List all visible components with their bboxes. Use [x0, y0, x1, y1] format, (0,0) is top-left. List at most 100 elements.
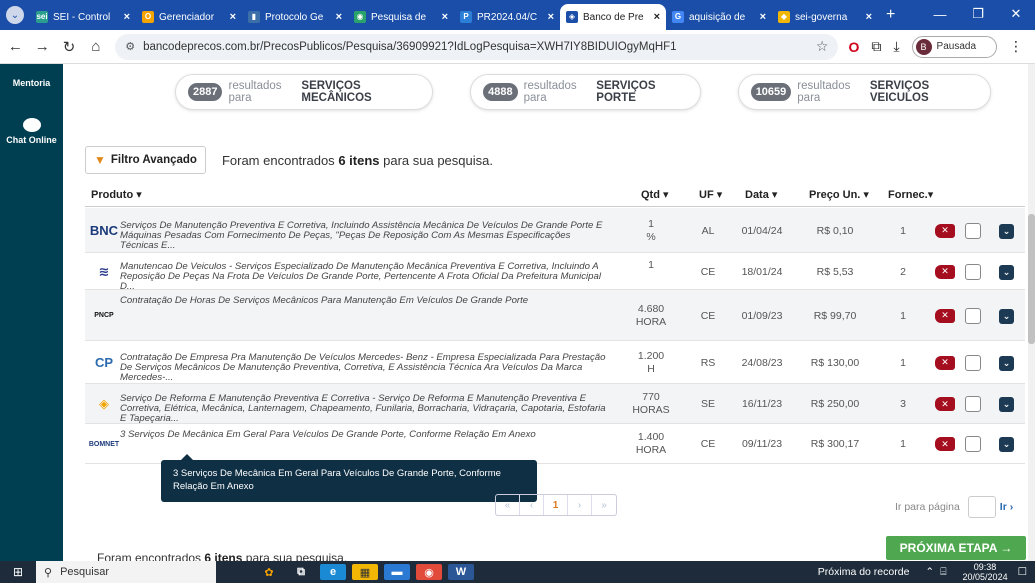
expand-chevron-icon[interactable]: ⌄	[999, 437, 1014, 452]
remove-icon[interactable]: ✕	[935, 355, 955, 370]
product-description[interactable]: Serviço De Reforma E Manutenção Preventi…	[120, 394, 610, 424]
col-fornec[interactable]: Fornec.▾	[888, 188, 933, 201]
product-description[interactable]: Serviços De Manutenção Preventiva E Corr…	[120, 221, 610, 251]
close-tab-icon[interactable]: ×	[866, 11, 872, 23]
close-tab-icon[interactable]: ×	[654, 11, 660, 23]
close-tab-icon[interactable]: ×	[230, 11, 236, 23]
advanced-filter-button[interactable]: ▼ Filtro Avançado	[85, 146, 206, 174]
opera-icon[interactable]: O	[848, 39, 859, 55]
back-icon[interactable]: ←	[4, 38, 27, 55]
close-window-icon[interactable]: ✕	[997, 0, 1035, 28]
related-search-pill[interactable]: 4888 resultados para SERVIÇOS PORTE	[470, 74, 701, 110]
download-icon[interactable]: ⤓	[893, 38, 899, 55]
expand-chevron-icon[interactable]: ⌄	[999, 397, 1014, 412]
browser-tab[interactable]: Gaquisição de ×	[666, 4, 772, 30]
expand-chevron-icon[interactable]: ⌄	[999, 223, 1014, 239]
extensions-icon[interactable]: ⧉	[871, 38, 881, 55]
close-tab-icon[interactable]: ×	[760, 11, 766, 23]
select-checkbox[interactable]	[965, 396, 981, 412]
remove-icon[interactable]: ✕	[935, 437, 955, 451]
select-checkbox[interactable]	[965, 263, 981, 280]
expand-chevron-icon[interactable]: ⌄	[999, 264, 1014, 280]
close-tab-icon[interactable]: ×	[442, 11, 448, 23]
clock[interactable]: 09:38 20/05/2024	[963, 562, 1008, 582]
select-checkbox[interactable]	[965, 222, 981, 239]
goto-button[interactable]: Ir ›	[1000, 501, 1013, 513]
bookmark-star-icon[interactable]: ☆	[816, 38, 829, 55]
expand-chevron-icon[interactable]: ⌄	[999, 308, 1014, 324]
close-tab-icon[interactable]: ×	[336, 11, 342, 23]
next-step-button[interactable]: PRÓXIMA ETAPA →	[886, 536, 1026, 560]
related-search-pill[interactable]: 2887 resultados para SERVIÇOS MECÂNICOS	[175, 74, 434, 110]
tray-arrow-icon[interactable]: ⌃	[925, 566, 934, 578]
maximize-icon[interactable]: ❐	[959, 0, 997, 28]
browser-tab[interactable]: O Gerenciador ×	[136, 4, 242, 30]
remove-icon[interactable]: ✕	[935, 397, 955, 411]
task-view-icon[interactable]: ⧉	[288, 564, 314, 580]
notifications-icon[interactable]: ☐	[1018, 566, 1027, 578]
file-explorer-icon[interactable]: ▬	[384, 564, 410, 580]
remove-icon[interactable]: ✕	[935, 308, 955, 323]
taskbar-app-widget-icon[interactable]: ✿	[256, 564, 282, 580]
forward-icon[interactable]: →	[31, 38, 54, 55]
col-produto[interactable]: Produto ▾	[91, 188, 142, 201]
table-row[interactable]: ◈ Serviço De Reforma E Manutenção Prevent…	[85, 384, 1025, 424]
table-row[interactable]: CP Contratação De Empresa Pra Manutenção …	[85, 341, 1025, 384]
scrollbar-thumb[interactable]	[1028, 214, 1035, 344]
recorder-notice[interactable]: Próxima do recorde	[818, 566, 910, 578]
expand-chevron-icon[interactable]: ⌄	[999, 355, 1014, 371]
table-row[interactable]: BOMNET 3 Serviços De Mecânica Em Geral Pa…	[85, 424, 1025, 464]
next-page-button[interactable]: ›	[568, 495, 592, 515]
table-row[interactable]: BNC Serviços De Manutenção Preventiva E C…	[85, 208, 1025, 253]
remove-icon[interactable]: ✕	[935, 223, 955, 238]
goto-page-input[interactable]	[967, 496, 996, 518]
close-tab-icon[interactable]: ×	[124, 11, 130, 23]
store-icon[interactable]: ▦	[352, 564, 378, 580]
taskbar-search[interactable]: ⚲ Pesquisar	[36, 561, 216, 583]
product-description[interactable]: 3 Serviços De Mecânica Em Geral Para Veí…	[120, 430, 610, 440]
reload-icon[interactable]: ↻	[58, 38, 81, 56]
new-tab-button[interactable]: +	[886, 6, 895, 24]
browser-tab[interactable]: sei SEI - Control ×	[30, 4, 136, 30]
browser-tab[interactable]: ◉ Pesquisa de ×	[348, 4, 454, 30]
chrome-icon[interactable]: ◉	[416, 564, 442, 580]
site-info-icon[interactable]: ⚙	[125, 40, 135, 53]
close-tab-icon[interactable]: ×	[548, 11, 554, 23]
product-description[interactable]: Contratação De Empresa Pra Manutenção De…	[120, 353, 610, 383]
first-page-button[interactable]: «	[496, 495, 520, 515]
network-icon[interactable]: ⌸	[940, 566, 946, 579]
col-uf[interactable]: UF ▾	[699, 188, 722, 201]
browser-tab[interactable]: ◆ sei-governa ×	[772, 4, 878, 30]
product-description[interactable]: Contratação De Horas De Serviços Mecânic…	[120, 296, 610, 306]
chat-icon[interactable]	[22, 118, 41, 132]
browser-tab[interactable]: P PR2024.04/C ×	[454, 4, 560, 30]
browser-menu-icon[interactable]: ⋮	[1009, 38, 1023, 55]
page-scrollbar[interactable]	[1028, 64, 1035, 561]
product-description[interactable]: Manutencao De Veiculos - Serviços Especi…	[120, 262, 610, 292]
minimize-icon[interactable]: —	[921, 0, 959, 28]
edge-icon[interactable]: e	[320, 564, 346, 580]
browser-tab[interactable]: ▮ Protocolo Ge ×	[242, 4, 348, 30]
profile-button[interactable]: B Pausada	[911, 35, 998, 58]
col-qtd[interactable]: Qtd ▾	[641, 188, 669, 201]
sidebar-item-chat[interactable]: Chat Online	[0, 135, 63, 145]
current-page[interactable]: 1	[544, 495, 568, 515]
select-checkbox[interactable]	[965, 354, 981, 371]
table-row[interactable]: ≋ Manutencao De Veiculos - Serviços Espec…	[85, 253, 1025, 292]
related-search-pill[interactable]: 10659 resultados para SERVIÇOS VEICULOS	[737, 74, 991, 110]
url-field[interactable]: ⚙ bancodeprecos.com.br/PrecosPublicos/Pe…	[115, 33, 839, 60]
browser-tab[interactable]: ◈ Banco de Pre ×	[560, 4, 666, 30]
select-checkbox[interactable]	[965, 436, 981, 452]
last-page-button[interactable]: »	[592, 495, 616, 515]
windows-start-icon[interactable]: ⊞	[0, 565, 36, 579]
table-row[interactable]: PNCP Contratação De Horas De Serviços Mec…	[85, 290, 1025, 341]
remove-icon[interactable]: ✕	[935, 264, 955, 279]
word-icon[interactable]: W	[448, 564, 474, 580]
home-icon[interactable]: ⌂	[84, 38, 107, 55]
select-checkbox[interactable]	[965, 307, 981, 324]
prev-page-button[interactable]: ‹	[520, 495, 544, 515]
tab-search-icon[interactable]: ⌄	[6, 6, 24, 24]
col-data[interactable]: Data ▾	[745, 188, 777, 201]
sidebar-item-mentoria[interactable]: Mentoria	[0, 78, 63, 88]
col-preco[interactable]: Preço Un. ▾	[809, 188, 869, 201]
